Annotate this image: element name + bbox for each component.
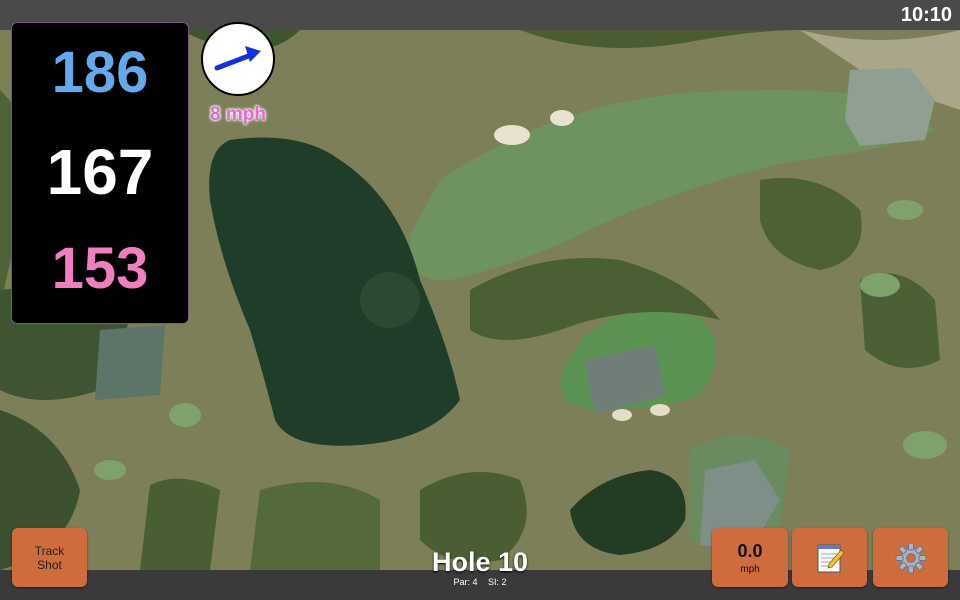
track-shot-label-line2: Shot	[37, 557, 62, 572]
speed-unit: mph	[740, 563, 760, 575]
gear-icon	[895, 542, 926, 573]
notes-button[interactable]	[792, 528, 867, 587]
settings-button[interactable]	[873, 528, 948, 587]
track-shot-label-line1: Track	[34, 543, 65, 558]
track-shot-button[interactable]: Track Shot	[12, 528, 87, 587]
wind-speed-label: 8 mph	[210, 104, 266, 125]
clock: 10:10	[900, 4, 952, 26]
wind-dial	[201, 22, 275, 96]
front-yardage: 153	[51, 236, 149, 301]
notepad-icon	[817, 544, 844, 572]
hole-si: SI: 2	[488, 577, 507, 587]
hole-title: Hole 10	[431, 547, 529, 577]
hole-info: Par: 4 SI: 2	[380, 577, 580, 587]
back-yardage: 186	[51, 40, 149, 105]
middle-yardage: 167	[46, 136, 154, 208]
hole-par: Par: 4	[453, 577, 478, 587]
wind-direction-arrow-icon	[214, 46, 261, 71]
yardage-panel: 186 167 153	[11, 22, 189, 324]
speed-value: 0.0	[737, 540, 763, 561]
speed-button[interactable]: 0.0 mph	[712, 528, 788, 587]
